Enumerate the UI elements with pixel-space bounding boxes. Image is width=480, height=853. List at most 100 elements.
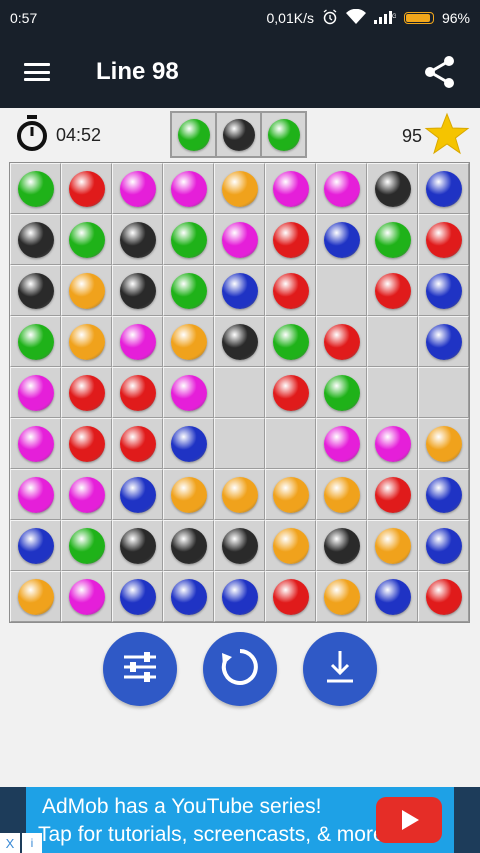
blue-ball[interactable] <box>119 578 156 615</box>
board-cell[interactable] <box>112 214 163 265</box>
ad-close-button[interactable]: X <box>0 833 20 853</box>
blue-ball[interactable] <box>425 272 462 309</box>
green-ball[interactable] <box>272 323 309 360</box>
blue-ball[interactable] <box>425 527 462 564</box>
board-cell[interactable] <box>112 520 163 571</box>
red-ball[interactable] <box>119 425 156 462</box>
board-cell[interactable] <box>214 571 265 622</box>
blue-ball[interactable] <box>221 272 258 309</box>
board-cell[interactable] <box>214 214 265 265</box>
red-ball[interactable] <box>68 170 105 207</box>
green-ball[interactable] <box>17 323 54 360</box>
board-cell[interactable] <box>367 418 418 469</box>
board-cell[interactable] <box>418 316 469 367</box>
board-cell[interactable] <box>265 418 316 469</box>
board-cell[interactable] <box>316 214 367 265</box>
orange-ball[interactable] <box>221 476 258 513</box>
magenta-ball[interactable] <box>119 323 156 360</box>
board-cell[interactable] <box>112 571 163 622</box>
black-ball[interactable] <box>119 527 156 564</box>
board-cell[interactable] <box>367 214 418 265</box>
board-cell[interactable] <box>163 469 214 520</box>
board-cell[interactable] <box>367 571 418 622</box>
magenta-ball[interactable] <box>170 374 207 411</box>
magenta-ball[interactable] <box>272 170 309 207</box>
blue-ball[interactable] <box>374 578 411 615</box>
board-cell[interactable] <box>265 571 316 622</box>
board-cell[interactable] <box>367 265 418 316</box>
board-cell[interactable] <box>61 163 112 214</box>
board-cell[interactable] <box>265 469 316 520</box>
blue-ball[interactable] <box>221 578 258 615</box>
black-ball[interactable] <box>374 170 411 207</box>
restart-button[interactable] <box>203 632 277 706</box>
board-cell[interactable] <box>112 367 163 418</box>
board-cell[interactable] <box>265 265 316 316</box>
green-ball[interactable] <box>170 221 207 258</box>
blue-ball[interactable] <box>170 425 207 462</box>
menu-icon[interactable] <box>24 63 50 81</box>
board-cell[interactable] <box>418 214 469 265</box>
board-cell[interactable] <box>214 418 265 469</box>
red-ball[interactable] <box>68 425 105 462</box>
orange-ball[interactable] <box>323 476 360 513</box>
board-cell[interactable] <box>61 520 112 571</box>
board-cell[interactable] <box>265 316 316 367</box>
board-cell[interactable] <box>418 265 469 316</box>
download-button[interactable] <box>303 632 377 706</box>
blue-ball[interactable] <box>425 323 462 360</box>
black-ball[interactable] <box>170 527 207 564</box>
board-cell[interactable] <box>214 367 265 418</box>
magenta-ball[interactable] <box>17 374 54 411</box>
board-cell[interactable] <box>418 571 469 622</box>
black-ball[interactable] <box>323 527 360 564</box>
board-cell[interactable] <box>214 163 265 214</box>
green-ball[interactable] <box>323 374 360 411</box>
board-cell[interactable] <box>265 214 316 265</box>
black-ball[interactable] <box>221 527 258 564</box>
orange-ball[interactable] <box>425 425 462 462</box>
board-cell[interactable] <box>214 316 265 367</box>
blue-ball[interactable] <box>17 527 54 564</box>
board-cell[interactable] <box>112 265 163 316</box>
board-cell[interactable] <box>418 418 469 469</box>
board-cell[interactable] <box>10 367 61 418</box>
red-ball[interactable] <box>374 476 411 513</box>
red-ball[interactable] <box>272 272 309 309</box>
blue-ball[interactable] <box>119 476 156 513</box>
magenta-ball[interactable] <box>170 170 207 207</box>
board-cell[interactable] <box>61 571 112 622</box>
share-icon[interactable] <box>420 52 460 92</box>
green-ball[interactable] <box>170 272 207 309</box>
board-cell[interactable] <box>367 316 418 367</box>
magenta-ball[interactable] <box>119 170 156 207</box>
red-ball[interactable] <box>119 374 156 411</box>
youtube-play-icon[interactable] <box>376 797 442 843</box>
red-ball[interactable] <box>374 272 411 309</box>
board-cell[interactable] <box>61 469 112 520</box>
black-ball[interactable] <box>119 272 156 309</box>
board-cell[interactable] <box>10 316 61 367</box>
orange-ball[interactable] <box>221 170 258 207</box>
red-ball[interactable] <box>272 221 309 258</box>
magenta-ball[interactable] <box>17 476 54 513</box>
orange-ball[interactable] <box>272 527 309 564</box>
board-cell[interactable] <box>112 418 163 469</box>
red-ball[interactable] <box>425 578 462 615</box>
board-cell[interactable] <box>214 265 265 316</box>
black-ball[interactable] <box>17 221 54 258</box>
magenta-ball[interactable] <box>374 425 411 462</box>
board-cell[interactable] <box>367 469 418 520</box>
orange-ball[interactable] <box>17 578 54 615</box>
green-ball[interactable] <box>374 221 411 258</box>
blue-ball[interactable] <box>170 578 207 615</box>
board-cell[interactable] <box>163 571 214 622</box>
board-cell[interactable] <box>163 520 214 571</box>
board-cell[interactable] <box>10 571 61 622</box>
board-cell[interactable] <box>214 520 265 571</box>
board-cell[interactable] <box>316 520 367 571</box>
orange-ball[interactable] <box>374 527 411 564</box>
orange-ball[interactable] <box>323 578 360 615</box>
board-cell[interactable] <box>316 265 367 316</box>
board-cell[interactable] <box>316 367 367 418</box>
